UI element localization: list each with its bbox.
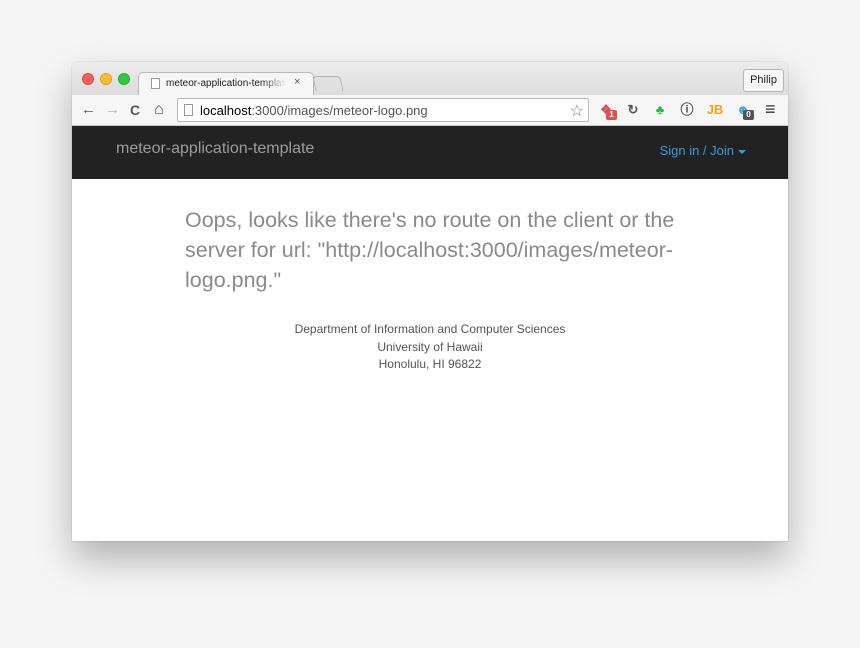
reload-icon[interactable]: C — [130, 100, 140, 120]
new-tab-button[interactable] — [312, 76, 344, 91]
tab-title: meteor-application-template — [166, 78, 286, 89]
footer-university: University of Hawaii — [377, 339, 483, 354]
jetbrains-extension-icon[interactable]: JB — [706, 101, 724, 119]
caret-down-icon — [738, 149, 746, 154]
forward-arrow-icon[interactable]: → — [105, 100, 120, 120]
back-arrow-icon[interactable]: ← — [81, 100, 96, 120]
browser-tab[interactable]: meteor-application-template × — [138, 72, 314, 96]
onepassword-extension-icon[interactable]: ⓘ — [678, 101, 696, 119]
browser-window: meteor-application-template × Philip ← →… — [72, 62, 788, 541]
minimize-window-button[interactable] — [100, 73, 112, 85]
footer-address: Honolulu, HI 96822 — [378, 357, 482, 371]
profile-button[interactable]: Philip — [743, 69, 784, 92]
home-icon[interactable]: ⌂ — [154, 100, 164, 120]
site-navbar: meteor-application-template Sign in / Jo… — [72, 126, 788, 179]
zoom-window-button[interactable] — [118, 73, 130, 85]
evernote-extension-icon[interactable]: ♣ — [651, 101, 669, 119]
bookmark-star-icon[interactable]: ☆ — [570, 101, 584, 121]
footer: Department of Information and Computer S… — [72, 321, 788, 374]
signin-dropdown[interactable]: Sign in / Join — [660, 143, 746, 158]
address-bar[interactable]: localhost:3000/images/meteor-logo.png ☆ — [177, 98, 589, 122]
not-found-message: Oops, looks like there's no route on the… — [185, 208, 675, 292]
browser-toolbar: ← → C ⌂ localhost:3000/images/meteor-log… — [72, 95, 788, 126]
close-window-button[interactable] — [82, 73, 94, 85]
page-icon — [184, 104, 193, 116]
tab-close-icon[interactable]: × — [294, 76, 300, 88]
page-content: Oops, looks like there's no route on the… — [72, 179, 788, 541]
footer-department: Department of Information and Computer S… — [294, 322, 566, 336]
sync-extension-icon[interactable]: ↻ — [624, 101, 642, 119]
url-text[interactable]: localhost:3000/images/meteor-logo.png — [200, 103, 428, 118]
title-bar: meteor-application-template × Philip — [72, 62, 788, 96]
site-brand-link[interactable]: meteor-application-template — [116, 140, 314, 158]
extension-badge: 1 — [606, 110, 617, 120]
page-icon — [151, 78, 160, 89]
menu-icon[interactable]: ≡ — [765, 99, 776, 119]
extension-badge: 0 — [743, 110, 754, 120]
